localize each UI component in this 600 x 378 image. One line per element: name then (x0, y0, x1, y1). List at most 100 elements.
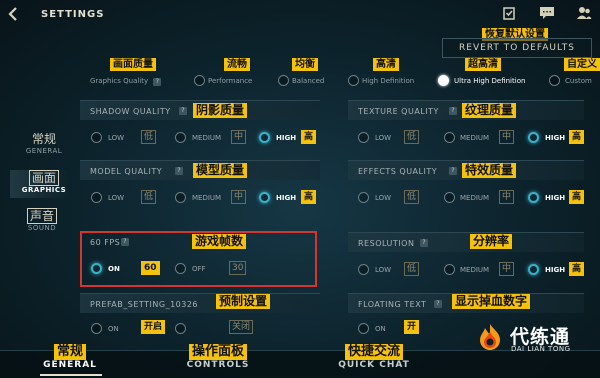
help-icon[interactable]: ? (153, 78, 162, 86)
option-cn-tag: 中 (499, 130, 515, 144)
resolution-header: RESOLUTION ? 分辨率 (348, 232, 584, 252)
help-icon[interactable]: ? (175, 167, 183, 175)
quality-option-label[interactable]: Balanced (292, 77, 324, 85)
help-icon[interactable]: ? (420, 239, 428, 247)
option-label[interactable]: MEDIUM (460, 134, 489, 142)
quality-radio-performance[interactable] (194, 75, 205, 86)
texture-high-radio[interactable] (528, 132, 539, 143)
quality-option-cn: 均衡 (292, 58, 318, 71)
nav-item-sound[interactable]: 声音 SOUND (22, 205, 62, 232)
option-label[interactable]: LOW (375, 194, 391, 202)
watermark-subtext: DAI LIAN TONG (511, 345, 571, 353)
texture-quality-header: TEXTURE QUALITY ? 纹理质量 (348, 100, 584, 120)
friends-icon[interactable] (576, 6, 592, 22)
option-cn-tag: 高 (301, 190, 317, 204)
option-cn-tag: 开 (404, 320, 420, 334)
quality-radio-custom[interactable] (549, 75, 560, 86)
model-high-radio[interactable] (259, 192, 270, 203)
shadow-high-radio[interactable] (259, 132, 270, 143)
resolution-medium-radio[interactable] (444, 264, 455, 275)
quality-radio-high-definition[interactable] (348, 75, 359, 86)
option-cn-tag: 中 (499, 190, 515, 204)
help-icon[interactable]: ? (179, 107, 187, 115)
floating-text-header: FLOATING TEXT ? 显示掉血数字 (348, 293, 584, 313)
quality-option-cn: 超高清 (465, 58, 501, 71)
option-label[interactable]: ON (375, 325, 386, 333)
model-quality-header: MODEL QUALITY ? 模型质量 (80, 160, 320, 180)
resolution-low-radio[interactable] (358, 264, 369, 275)
quality-radio-ultra-high-definition[interactable] (438, 75, 449, 86)
option-cn-tag: 关闭 (229, 320, 254, 334)
option-cn-tag: 开启 (141, 320, 166, 334)
option-label[interactable]: MEDIUM (460, 194, 489, 202)
shadow-medium-radio[interactable] (175, 132, 186, 143)
option-cn-tag: 高 (569, 130, 585, 144)
quality-option-label[interactable]: High Definition (362, 77, 414, 85)
prefab-setting-header: PREFAB_SETTING_10326 预制设置 (80, 293, 320, 313)
effects-quality-header: EFFECTS QUALITY ? 特效质量 (348, 160, 584, 180)
quality-cn-tag: 画面质量 (110, 58, 156, 71)
option-label[interactable]: LOW (108, 194, 124, 202)
quality-option-cn: 高清 (373, 58, 399, 71)
quality-option-cn: 流畅 (224, 58, 250, 71)
option-cn-tag: 低 (404, 130, 420, 144)
option-cn-tag: 高 (301, 130, 317, 144)
quality-option-cn: 自定义 (564, 58, 600, 71)
option-label[interactable]: MEDIUM (192, 194, 221, 202)
texture-medium-radio[interactable] (444, 132, 455, 143)
help-icon[interactable]: ? (449, 167, 457, 175)
option-cn-tag: 中 (231, 190, 247, 204)
option-cn-tag: 高 (569, 190, 585, 204)
option-cn-tag: 中 (231, 130, 247, 144)
active-tab-underline (40, 374, 102, 376)
model-low-radio[interactable] (91, 192, 102, 203)
option-label[interactable]: HIGH (545, 194, 565, 202)
option-label[interactable]: HIGH (276, 134, 296, 142)
tab-general[interactable]: 常规 GENERAL (40, 340, 100, 370)
texture-low-radio[interactable] (358, 132, 369, 143)
annotation-red-box (80, 231, 317, 287)
graphics-quality-label: Graphics Quality ? (90, 77, 162, 86)
prefab-on-radio[interactable] (91, 323, 102, 334)
quality-option-label[interactable]: Custom (565, 77, 592, 85)
help-icon[interactable]: ? (434, 300, 442, 308)
option-label[interactable]: LOW (375, 134, 391, 142)
prefab-off-radio[interactable] (175, 323, 186, 334)
option-cn-tag: 低 (404, 190, 420, 204)
effects-medium-radio[interactable] (444, 192, 455, 203)
option-label[interactable]: MEDIUM (460, 266, 489, 274)
nav-item-general[interactable]: 常规 GENERAL (24, 130, 64, 155)
quality-radio-balanced[interactable] (278, 75, 289, 86)
watermark-logo-icon (476, 323, 504, 351)
quality-option-label[interactable]: Ultra High Definition (454, 77, 525, 85)
option-cn-tag: 低 (141, 190, 157, 204)
option-cn-tag: 低 (404, 262, 420, 276)
revert-defaults-button[interactable]: REVERT TO DEFAULTS (442, 38, 592, 58)
shadow-quality-header: SHADOW QUALITY ? 阴影质量 (80, 100, 320, 120)
option-label[interactable]: LOW (108, 134, 124, 142)
chat-icon[interactable] (539, 6, 555, 22)
resolution-high-radio[interactable] (528, 264, 539, 275)
help-icon[interactable]: ? (449, 107, 457, 115)
effects-low-radio[interactable] (358, 192, 369, 203)
model-medium-radio[interactable] (175, 192, 186, 203)
option-label[interactable]: HIGH (276, 194, 296, 202)
option-cn-tag: 中 (499, 262, 515, 276)
back-chevron-icon[interactable] (6, 6, 22, 22)
option-label[interactable]: MEDIUM (192, 134, 221, 142)
tab-quick-chat[interactable]: 快捷交流 QUICK CHAT (334, 340, 414, 370)
option-cn-tag: 低 (141, 130, 157, 144)
floating-on-radio[interactable] (358, 323, 369, 334)
quality-option-label[interactable]: Performance (208, 77, 252, 85)
option-label[interactable]: LOW (375, 266, 391, 274)
nav-item-graphics[interactable]: 画面 GRAPHICS (20, 167, 68, 194)
option-label[interactable]: HIGH (545, 266, 565, 274)
option-label[interactable]: ON (108, 325, 119, 333)
tab-controls[interactable]: 操作面板 CONTROLS (180, 340, 256, 370)
option-cn-tag: 高 (569, 262, 585, 276)
shadow-low-radio[interactable] (91, 132, 102, 143)
effects-high-radio[interactable] (528, 192, 539, 203)
clipboard-icon[interactable] (501, 6, 517, 22)
page-title: SETTINGS (41, 9, 105, 20)
option-label[interactable]: HIGH (545, 134, 565, 142)
